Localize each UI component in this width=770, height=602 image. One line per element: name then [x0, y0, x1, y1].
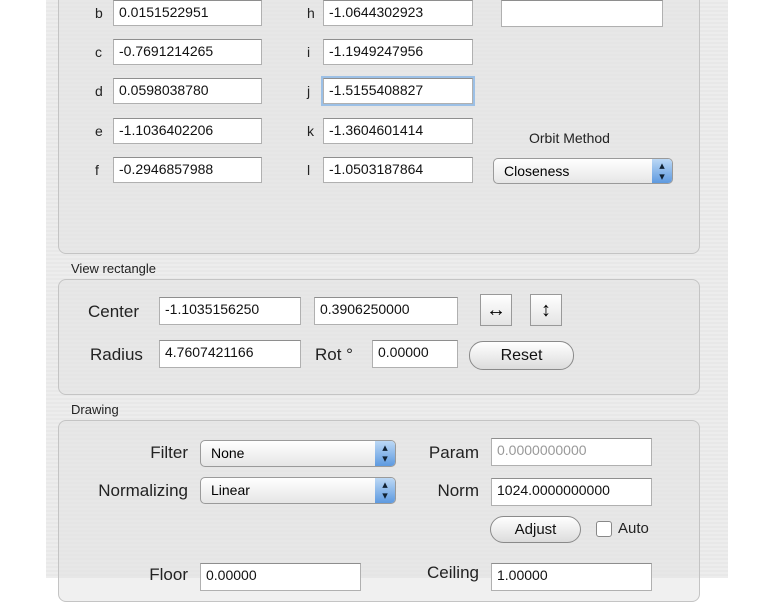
vertical-arrows-icon: ↕: [541, 299, 551, 321]
extra-field[interactable]: [501, 0, 663, 27]
normalizing-label: Normalizing: [98, 481, 188, 500]
center-x-field[interactable]: -1.1035156250: [159, 297, 301, 325]
popup-arrows-icon: ▴ ▾: [375, 441, 395, 466]
param-right-label: h: [307, 5, 315, 21]
param-left-label: f: [95, 162, 99, 178]
normalizing-popup[interactable]: Linear ▴ ▾: [200, 477, 396, 504]
param-left-label: b: [95, 5, 103, 21]
param-left-field[interactable]: 0.0598038780: [113, 78, 262, 104]
param-field[interactable]: 0.0000000000: [491, 438, 652, 466]
popup-arrows-icon: ▴ ▾: [375, 478, 395, 503]
param-right-label: j: [307, 83, 311, 99]
horizontal-arrows-icon: ↔: [486, 299, 506, 321]
horizontal-arrow-button[interactable]: ↔: [480, 294, 512, 326]
view-rectangle-title: View rectangle: [71, 261, 157, 276]
norm-field[interactable]: 1024.0000000000: [491, 478, 652, 506]
param-label: Param: [428, 443, 479, 462]
param-right-label: l: [307, 162, 311, 178]
orbit-method-popup[interactable]: Closeness ▴ ▾: [493, 158, 673, 184]
floor-label: Floor: [149, 565, 188, 584]
vertical-arrow-button[interactable]: ↕: [530, 294, 562, 326]
ceiling-label: Ceiling: [427, 563, 479, 582]
filter-label: Filter: [150, 443, 188, 462]
center-y-field[interactable]: 0.3906250000: [314, 297, 458, 325]
param-left-field[interactable]: -0.2946857988: [113, 157, 262, 183]
param-right-label: i: [307, 44, 311, 60]
popup-arrows-icon: ▴ ▾: [652, 159, 672, 183]
center-label: Center: [88, 302, 140, 321]
param-right-field[interactable]: -1.3604601414: [323, 118, 473, 144]
orbit-method-label: Orbit Method: [529, 130, 610, 146]
param-right-field[interactable]: -1.1949247956: [323, 39, 473, 65]
param-right-field[interactable]: -1.0503187864: [323, 157, 473, 183]
radius-label: Radius: [90, 345, 143, 364]
param-right-field[interactable]: -1.0644302923: [323, 0, 473, 26]
filter-value: None: [211, 445, 245, 461]
param-right-field[interactable]: -1.5155408827: [323, 78, 473, 104]
filter-popup[interactable]: None ▴ ▾: [200, 440, 396, 467]
param-left-field[interactable]: 0.0151522951: [113, 0, 262, 26]
param-right-label: k: [307, 123, 314, 139]
norm-label: Norm: [437, 481, 479, 500]
param-left-label: e: [95, 123, 103, 139]
floor-field[interactable]: 0.00000: [200, 563, 361, 591]
adjust-button[interactable]: Adjust: [490, 516, 581, 543]
param-left-field[interactable]: -0.7691214265: [113, 39, 262, 65]
orbit-method-value: Closeness: [504, 163, 570, 179]
param-left-label: d: [95, 83, 103, 99]
rot-label: Rot °: [315, 345, 353, 364]
radius-field[interactable]: 4.7607421166: [159, 340, 301, 368]
reset-button[interactable]: Reset: [469, 341, 574, 370]
param-left-label: c: [95, 44, 102, 60]
param-left-field[interactable]: -1.1036402206: [113, 118, 262, 144]
auto-label: Auto: [618, 520, 649, 537]
rot-field[interactable]: 0.00000: [372, 340, 458, 368]
auto-checkbox[interactable]: [596, 521, 612, 537]
drawing-title: Drawing: [71, 402, 119, 417]
ceiling-field[interactable]: 1.00000: [491, 563, 652, 591]
normalizing-value: Linear: [211, 482, 250, 498]
